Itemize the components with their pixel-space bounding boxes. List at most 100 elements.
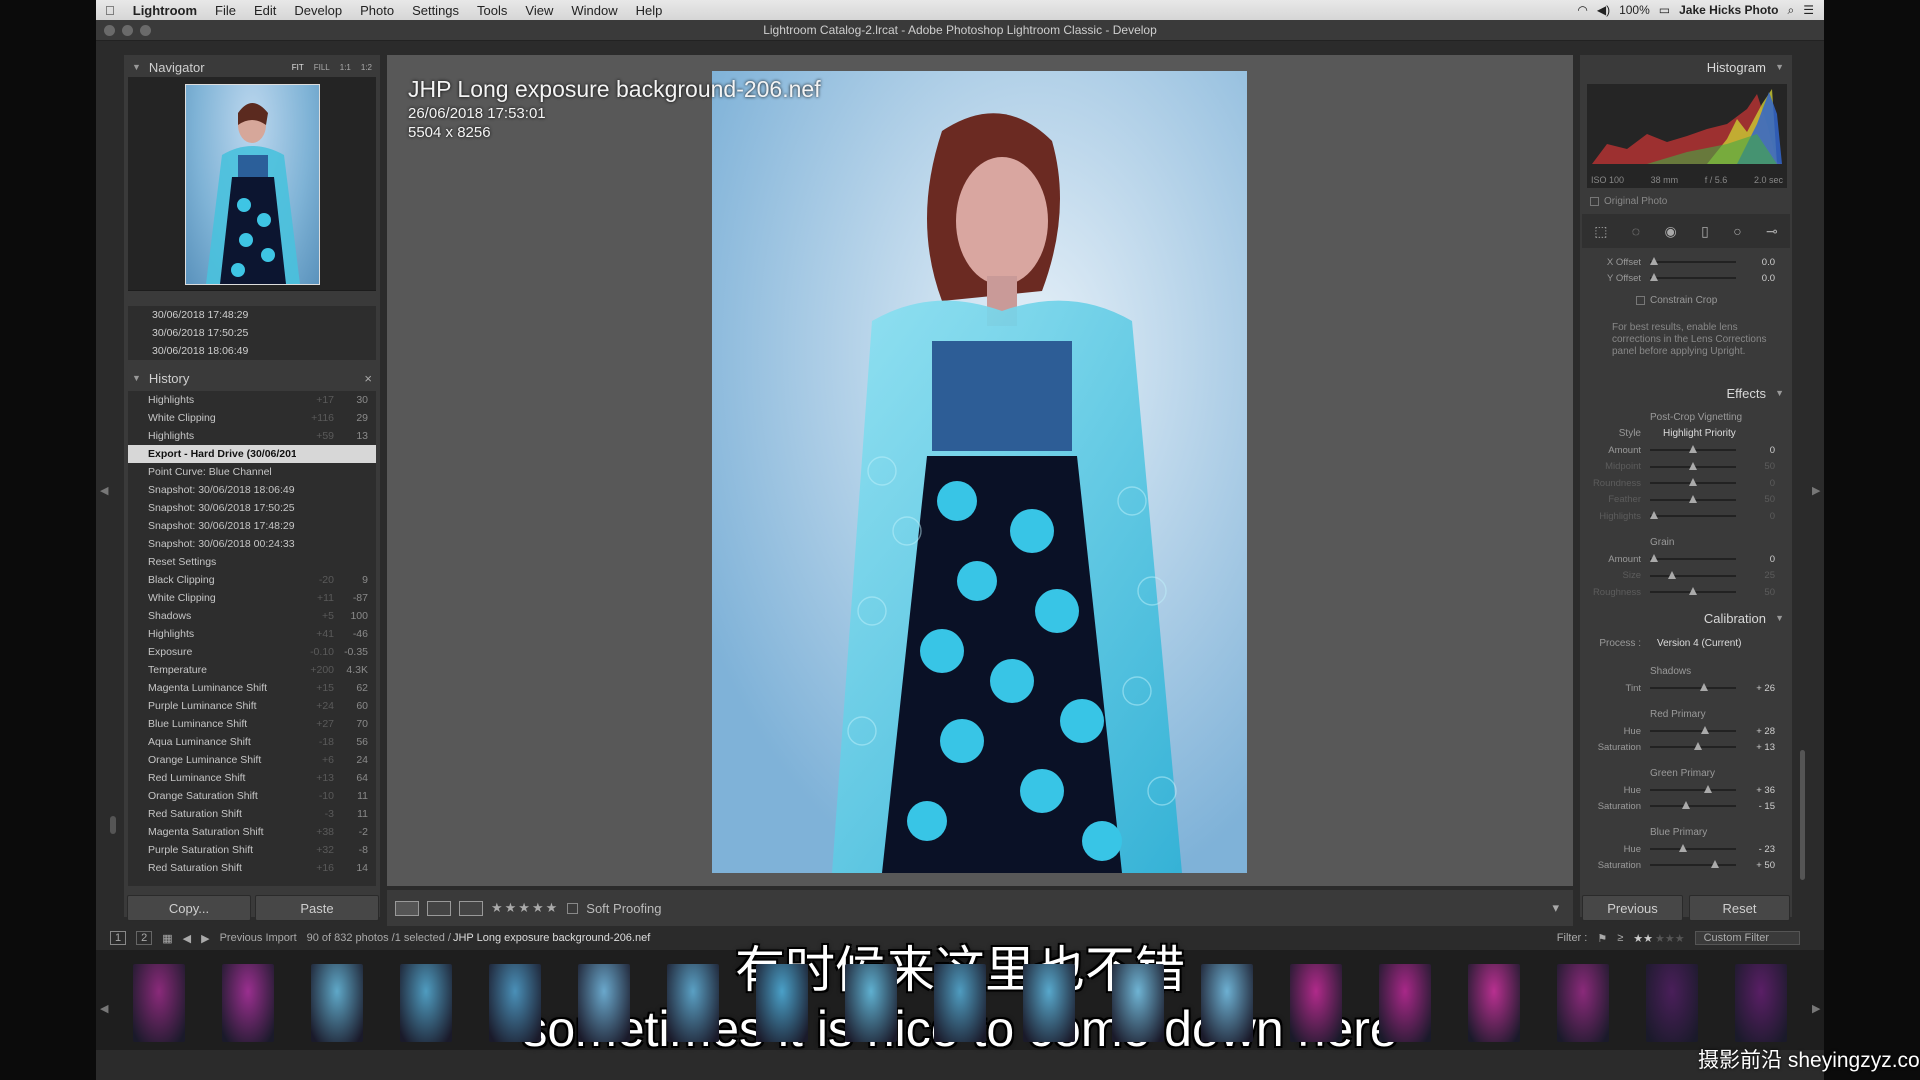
clear-history-icon[interactable]: × [364, 371, 372, 386]
history-item[interactable]: Snapshot: 30/06/2018 18:06:49 [128, 481, 376, 499]
zoom-1-1[interactable]: 1:1 [340, 63, 351, 72]
menu-view[interactable]: View [516, 3, 562, 18]
red-hue-slider[interactable]: Hue + 28 [1585, 724, 1785, 738]
history-item[interactable]: Export - Hard Drive (30/06/2018 18:38:11… [128, 445, 376, 463]
slider-knob[interactable] [1689, 461, 1697, 470]
main-photo[interactable] [712, 71, 1247, 873]
left-panel-toggle-icon[interactable]: ◀ [100, 484, 108, 497]
navigator-thumbnail[interactable] [185, 84, 320, 285]
snapshot-item[interactable]: 30/06/2018 17:50:25 [128, 324, 376, 342]
copy-button[interactable]: Copy... [127, 895, 251, 921]
user-name[interactable]: Jake Hicks Photo [1679, 3, 1778, 17]
effects-header[interactable]: Effects ▼ [1580, 382, 1792, 404]
navigator-header[interactable]: ▼ Navigator FIT FILL 1:1 1:2 [124, 56, 380, 78]
before-after-icon[interactable] [459, 900, 483, 916]
spot-removal-icon[interactable]: ◌ [1632, 223, 1640, 239]
history-item[interactable]: Blue Luminance Shift +27 70 [128, 715, 376, 733]
menu-develop[interactable]: Develop [285, 3, 351, 18]
slider-knob[interactable] [1650, 257, 1658, 265]
filmstrip-thumbnail[interactable] [1468, 964, 1520, 1042]
zoom-1-2[interactable]: 1:2 [361, 63, 372, 72]
left-panel-scrollbar[interactable] [110, 816, 116, 834]
slider-knob[interactable] [1700, 683, 1709, 691]
history-item[interactable]: Aqua Luminance Shift -18 56 [128, 733, 376, 751]
right-panel-toggle-icon[interactable]: ▶ [1812, 484, 1820, 497]
slider-knob[interactable] [1650, 554, 1659, 562]
collapse-triangle-icon[interactable]: ▼ [132, 373, 141, 383]
slider-knob[interactable] [1667, 570, 1676, 579]
history-item[interactable]: Red Luminance Shift +13 64 [128, 769, 376, 787]
snapshot-item[interactable]: 30/06/2018 17:48:29 [128, 306, 376, 324]
history-item[interactable]: Exposure -0.10 -0.35 [128, 643, 376, 661]
history-item[interactable]: Snapshot: 30/06/2018 17:50:25 [128, 499, 376, 517]
filmstrip-thumbnail[interactable] [756, 964, 808, 1042]
vignette-slider[interactable]: Amount 0 [1585, 443, 1785, 457]
compare-view-icon[interactable] [427, 900, 451, 916]
filmstrip-thumbnail[interactable] [1112, 964, 1164, 1042]
radial-filter-icon[interactable]: ○ [1733, 223, 1741, 239]
history-item[interactable]: Highlights +59 13 [128, 427, 376, 445]
zoom-window-icon[interactable] [140, 25, 151, 36]
search-icon[interactable]: ⌕ [1788, 3, 1795, 18]
filmstrip-thumbnail[interactable] [1201, 964, 1253, 1042]
filmstrip-thumbnail[interactable] [1557, 964, 1609, 1042]
history-item[interactable]: Orange Luminance Shift +6 24 [128, 751, 376, 769]
menu-file[interactable]: File [206, 3, 245, 18]
slider-knob[interactable] [1704, 785, 1713, 793]
menu-photo[interactable]: Photo [351, 3, 403, 18]
rating-stars[interactable]: ★★★★★ [491, 900, 559, 916]
minimize-window-icon[interactable] [122, 25, 133, 36]
filmstrip-thumbnail[interactable] [222, 964, 274, 1042]
green-hue-slider[interactable]: Hue + 36 [1585, 783, 1785, 797]
history-item[interactable]: Magenta Luminance Shift +15 62 [128, 679, 376, 697]
slider-knob[interactable] [1689, 478, 1697, 486]
wifi-icon[interactable]: ◠ [1577, 3, 1587, 17]
slider-knob[interactable] [1650, 273, 1658, 281]
zoom-fit[interactable]: FIT [292, 63, 304, 72]
close-window-icon[interactable] [104, 25, 115, 36]
grain-slider[interactable]: Roughness 50 [1585, 585, 1785, 599]
soft-proofing-checkbox[interactable] [567, 902, 579, 914]
style-dropdown[interactable]: Highlight Priority [1663, 428, 1736, 439]
history-item[interactable]: Shadows +5 100 [128, 607, 376, 625]
x-offset-slider[interactable]: X Offset 0.0 [1585, 255, 1785, 269]
menu-tools[interactable]: Tools [468, 3, 516, 18]
slider-knob[interactable] [1710, 860, 1719, 868]
history-item[interactable]: Orange Saturation Shift -10 11 [128, 787, 376, 805]
y-offset-slider[interactable]: Y Offset 0.0 [1585, 271, 1785, 285]
filmstrip-thumbnail[interactable] [934, 964, 986, 1042]
grain-slider[interactable]: Size 25 [1585, 569, 1785, 583]
red-eye-icon[interactable]: ◉ [1665, 223, 1677, 240]
adjustment-brush-icon[interactable]: ⊸ [1766, 223, 1778, 240]
menu-edit[interactable]: Edit [245, 3, 285, 18]
filmstrip-thumbnail[interactable] [133, 964, 185, 1042]
filmstrip-thumbnail[interactable] [578, 964, 630, 1042]
shadows-tint-slider[interactable]: Tint + 26 [1585, 681, 1785, 695]
crop-tool-icon[interactable]: ⬚ [1594, 223, 1607, 240]
calibration-header[interactable]: Calibration ▼ [1580, 607, 1792, 629]
collapse-triangle-icon[interactable]: ▼ [1775, 388, 1784, 398]
list-icon[interactable]: ☰ [1803, 3, 1814, 17]
history-item[interactable]: Magenta Saturation Shift +38 -2 [128, 823, 376, 841]
graduated-filter-icon[interactable]: ▯ [1701, 223, 1709, 240]
slider-knob[interactable] [1682, 801, 1691, 809]
battery-icon[interactable]: ▭ [1659, 3, 1670, 17]
collapse-triangle-icon[interactable]: ▼ [1775, 62, 1784, 72]
filmstrip-thumbnail[interactable] [1735, 964, 1787, 1042]
snapshot-item[interactable]: 30/06/2018 18:06:49 [128, 342, 376, 360]
filmstrip-thumbnail[interactable] [1646, 964, 1698, 1042]
slider-knob[interactable] [1689, 445, 1697, 453]
slider-knob[interactable] [1689, 587, 1697, 595]
history-item[interactable]: Highlights +41 -46 [128, 625, 376, 643]
collapse-triangle-icon[interactable]: ▼ [132, 62, 141, 72]
zoom-fill[interactable]: FILL [314, 63, 330, 72]
history-item[interactable]: Temperature +200 4.3K [128, 661, 376, 679]
red-saturation-slider[interactable]: Saturation + 13 [1585, 740, 1785, 754]
vignette-slider[interactable]: Midpoint 50 [1585, 460, 1785, 474]
original-photo-checkbox[interactable] [1590, 197, 1599, 206]
histogram-graph[interactable]: ISO 100 38 mm f / 5.6 2.0 sec [1587, 84, 1787, 188]
apple-menu-icon[interactable]:  [96, 3, 124, 18]
history-header[interactable]: ▼ History × [124, 367, 380, 389]
filmstrip-thumbnail[interactable] [489, 964, 541, 1042]
green-saturation-slider[interactable]: Saturation - 15 [1585, 799, 1785, 813]
